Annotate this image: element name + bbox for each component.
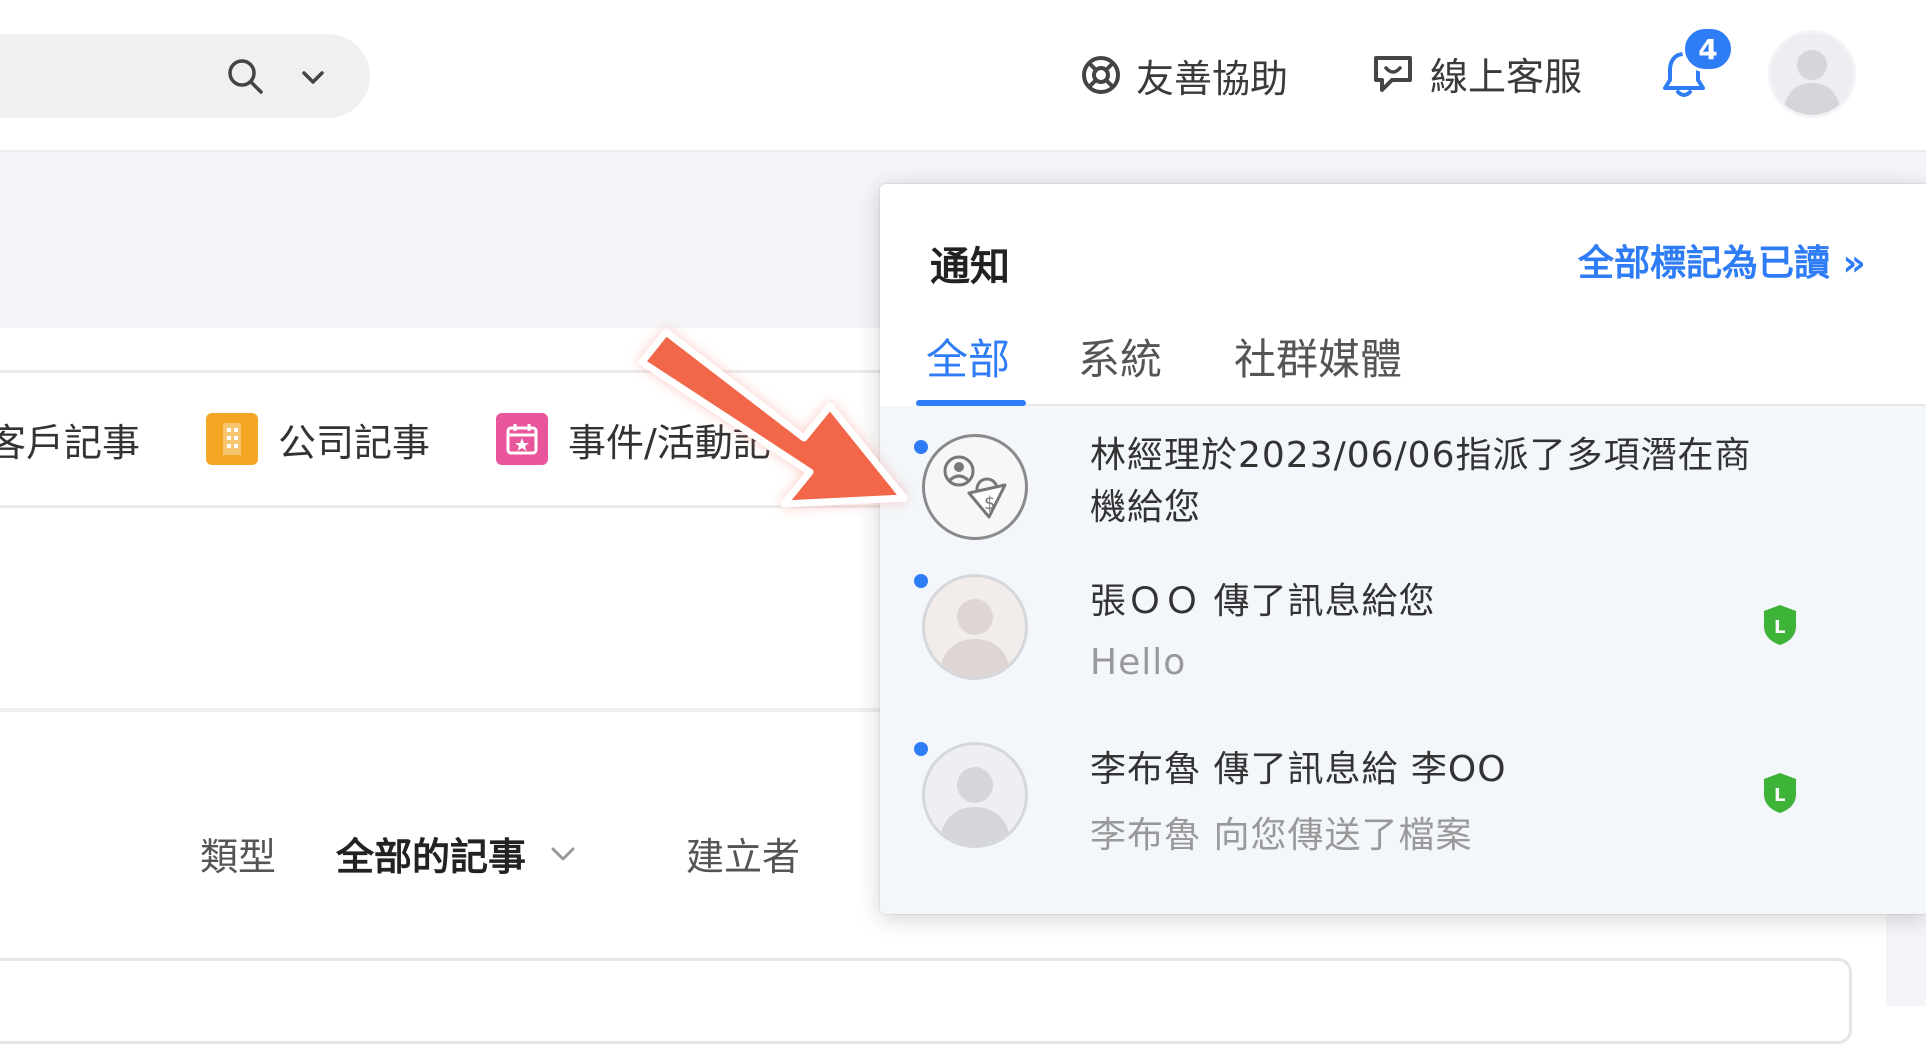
search-box[interactable]	[0, 34, 370, 118]
filter-type-value: 全部的記事	[336, 835, 527, 879]
person-icon	[939, 599, 1011, 677]
annotation-arrow	[638, 328, 908, 508]
note-tab-label: 客戶記事	[0, 420, 141, 465]
tab-all[interactable]: 全部	[926, 326, 1010, 387]
user-avatar[interactable]	[1768, 30, 1856, 118]
line-channel-icon: L	[1764, 773, 1796, 813]
svg-text:L: L	[1774, 785, 1785, 806]
chevron-down-icon[interactable]	[298, 62, 328, 92]
content-card	[0, 958, 1852, 1044]
tab-label: 全部	[926, 335, 1011, 384]
notification-panel: 通知 全部標記為已讀 » 全部 系統 社群媒體 $ 林經理於2023/06/06…	[880, 184, 1926, 914]
tab-label: 系統	[1078, 335, 1163, 384]
notification-title: 林經理於2023/06/06指派了多項潛在商 機給您	[1090, 430, 1752, 534]
notification-tabs: 全部 系統 社群媒體	[916, 314, 1926, 406]
notification-title-line: 林經理於2023/06/06指派了多項潛在商	[1090, 435, 1752, 476]
line-channel-icon: L	[1764, 605, 1796, 645]
notification-subtitle: Hello	[1090, 642, 1187, 683]
svg-text:$: $	[984, 493, 995, 514]
help-link[interactable]: 友善協助	[1080, 50, 1289, 101]
filter-creator-label: 建立者	[686, 835, 801, 879]
note-tab-customer[interactable]: 客戶記事	[0, 412, 140, 466]
online-support-link[interactable]: 線上客服	[1370, 48, 1583, 99]
user-avatar	[922, 574, 1028, 680]
panel-title: 通知	[930, 244, 1010, 290]
notification-item[interactable]: 李布魯 傳了訊息給 李OO 李布魯 向您傳送了檔案 L	[880, 742, 1926, 914]
notification-item[interactable]: $ 林經理於2023/06/06指派了多項潛在商 機給您	[880, 406, 1926, 574]
top-bar: 友善協助 線上客服 4	[0, 0, 1926, 152]
notification-title-line: 機給您	[1090, 487, 1202, 528]
note-tab-label: 公司記事	[278, 420, 431, 465]
building-icon	[206, 413, 258, 465]
notification-list: $ 林經理於2023/06/06指派了多項潛在商 機給您 張ＯＯ 傳了訊息給您 …	[880, 406, 1926, 914]
tab-label: 社群媒體	[1234, 335, 1403, 384]
unread-dot	[914, 574, 928, 588]
person-icon	[939, 767, 1011, 845]
tab-social-media[interactable]: 社群媒體	[1234, 326, 1402, 387]
calendar-star-icon	[496, 413, 548, 465]
notification-count-badge: 4	[1682, 26, 1734, 72]
notification-title: 張ＯＯ 傳了訊息給您	[1090, 581, 1436, 622]
help-label: 友善協助	[1136, 56, 1289, 101]
tab-system[interactable]: 系統	[1078, 326, 1162, 387]
support-label: 線上客服	[1430, 54, 1583, 99]
chevron-down-icon	[551, 847, 575, 860]
filter-type-label: 類型	[200, 835, 277, 879]
chat-support-icon	[1374, 56, 1412, 92]
notification-title: 李布魯 傳了訊息給 李OO	[1090, 749, 1507, 790]
filter-type-select[interactable]: 全部的記事	[336, 826, 578, 881]
lifebuoy-icon	[1082, 56, 1120, 94]
opportunity-icon: $	[922, 434, 1028, 540]
search-icon[interactable]	[225, 56, 265, 96]
user-avatar	[922, 742, 1028, 848]
note-tab-company[interactable]: 公司記事	[206, 412, 430, 466]
person-icon	[1783, 50, 1841, 115]
notification-subtitle: 李布魯 向您傳送了檔案	[1090, 815, 1473, 856]
mark-all-read-link[interactable]: 全部標記為已讀 »	[1578, 234, 1866, 286]
notification-item[interactable]: 張ＯＯ 傳了訊息給您 Hello L	[880, 574, 1926, 742]
unread-dot	[914, 742, 928, 756]
svg-text:L: L	[1774, 617, 1785, 638]
